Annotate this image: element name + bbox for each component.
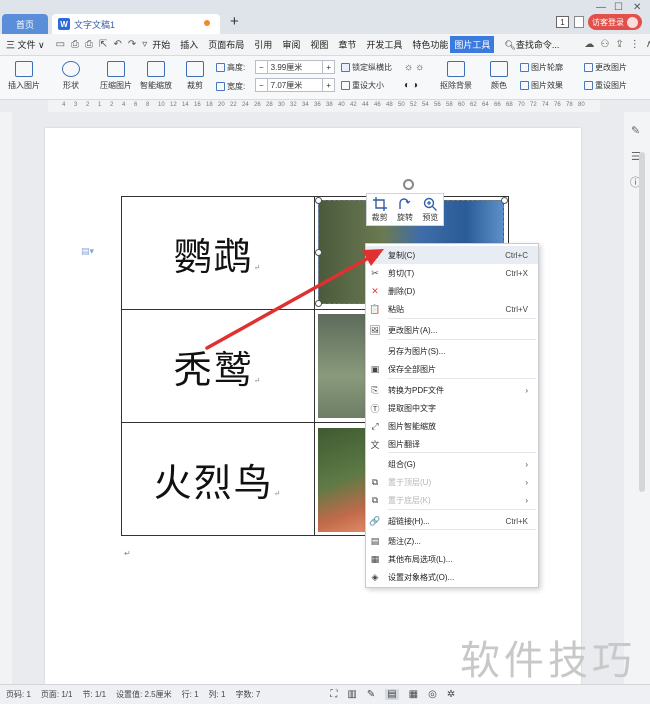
outline-view-icon[interactable]: ▦ xyxy=(409,689,418,700)
status-setting[interactable]: 设置值: 2.5厘米 xyxy=(116,689,172,700)
status-pages[interactable]: 页面: 1/1 xyxy=(41,689,73,700)
watermark: 软件技巧 xyxy=(460,638,636,684)
eye-protection-icon[interactable]: ✲ xyxy=(447,689,455,700)
web-view-icon[interactable]: ◎ xyxy=(428,689,437,700)
focus-mode-icon[interactable]: ⛶ xyxy=(330,689,337,700)
annotation-arrow xyxy=(205,249,384,350)
edit-mode-icon[interactable]: ✎ xyxy=(367,689,375,700)
page-view-icon[interactable]: ▤ xyxy=(385,689,399,700)
status-section[interactable]: 节: 1/1 xyxy=(82,689,106,700)
status-row[interactable]: 行: 1 xyxy=(182,689,199,700)
status-word-count[interactable]: 字数: 7 xyxy=(235,689,260,700)
status-page[interactable]: 页码: 1 xyxy=(6,689,31,700)
reading-mode-icon[interactable]: ▥ xyxy=(347,689,356,700)
status-bar: 页码: 1 页面: 1/1 节: 1/1 设置值: 2.5厘米 行: 1 列: … xyxy=(0,684,650,704)
status-col[interactable]: 列: 1 xyxy=(209,689,226,700)
